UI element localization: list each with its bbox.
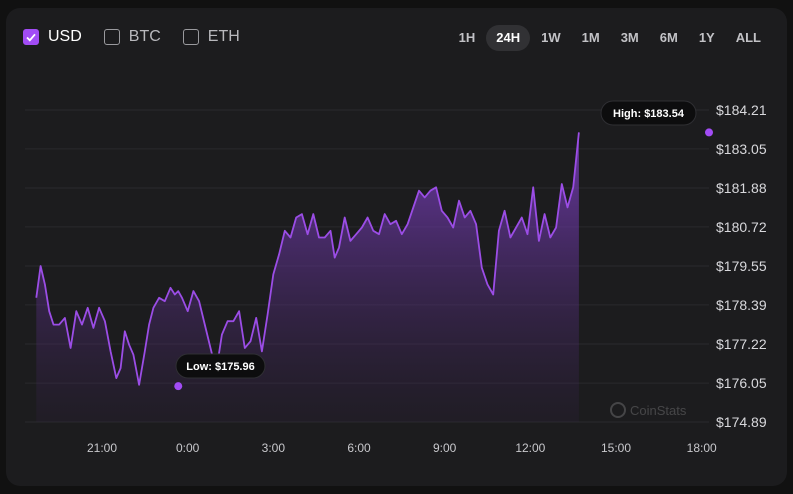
- price-chart[interactable]: $184.21 $183.05 $181.88 $180.72 $179.55 $178.…: [0, 0, 793, 494]
- y-tick-label: $174.89: [716, 414, 767, 430]
- low-point: [174, 382, 183, 391]
- y-tick-label: $180.72: [716, 219, 767, 235]
- high-point: [705, 128, 713, 137]
- price-area: [36, 132, 579, 422]
- y-tick-label: $177.22: [716, 336, 767, 352]
- x-tick-label: 12:00: [515, 441, 545, 455]
- x-tick-label: 6:00: [347, 441, 371, 455]
- x-tick-label: 21:00: [87, 441, 117, 455]
- low-label: Low: $175.96: [186, 361, 254, 373]
- x-tick-label: 9:00: [433, 441, 457, 455]
- y-tick-label: $178.39: [716, 297, 767, 313]
- watermark-text: CoinStats: [630, 403, 687, 418]
- y-tick-label: $179.55: [716, 258, 767, 274]
- y-tick-label: $183.05: [716, 141, 767, 157]
- x-tick-label: 15:00: [601, 441, 631, 455]
- y-tick-label: $176.05: [716, 375, 767, 391]
- y-tick-label: $184.21: [716, 102, 767, 118]
- watermark: CoinStats: [610, 402, 687, 418]
- high-label: High: $183.54: [613, 108, 685, 120]
- y-tick-label: $181.88: [716, 180, 767, 196]
- x-tick-label: 18:00: [687, 441, 717, 455]
- x-tick-label: 0:00: [176, 441, 200, 455]
- x-tick-label: 3:00: [262, 441, 286, 455]
- coinstats-logo-icon: [610, 402, 626, 418]
